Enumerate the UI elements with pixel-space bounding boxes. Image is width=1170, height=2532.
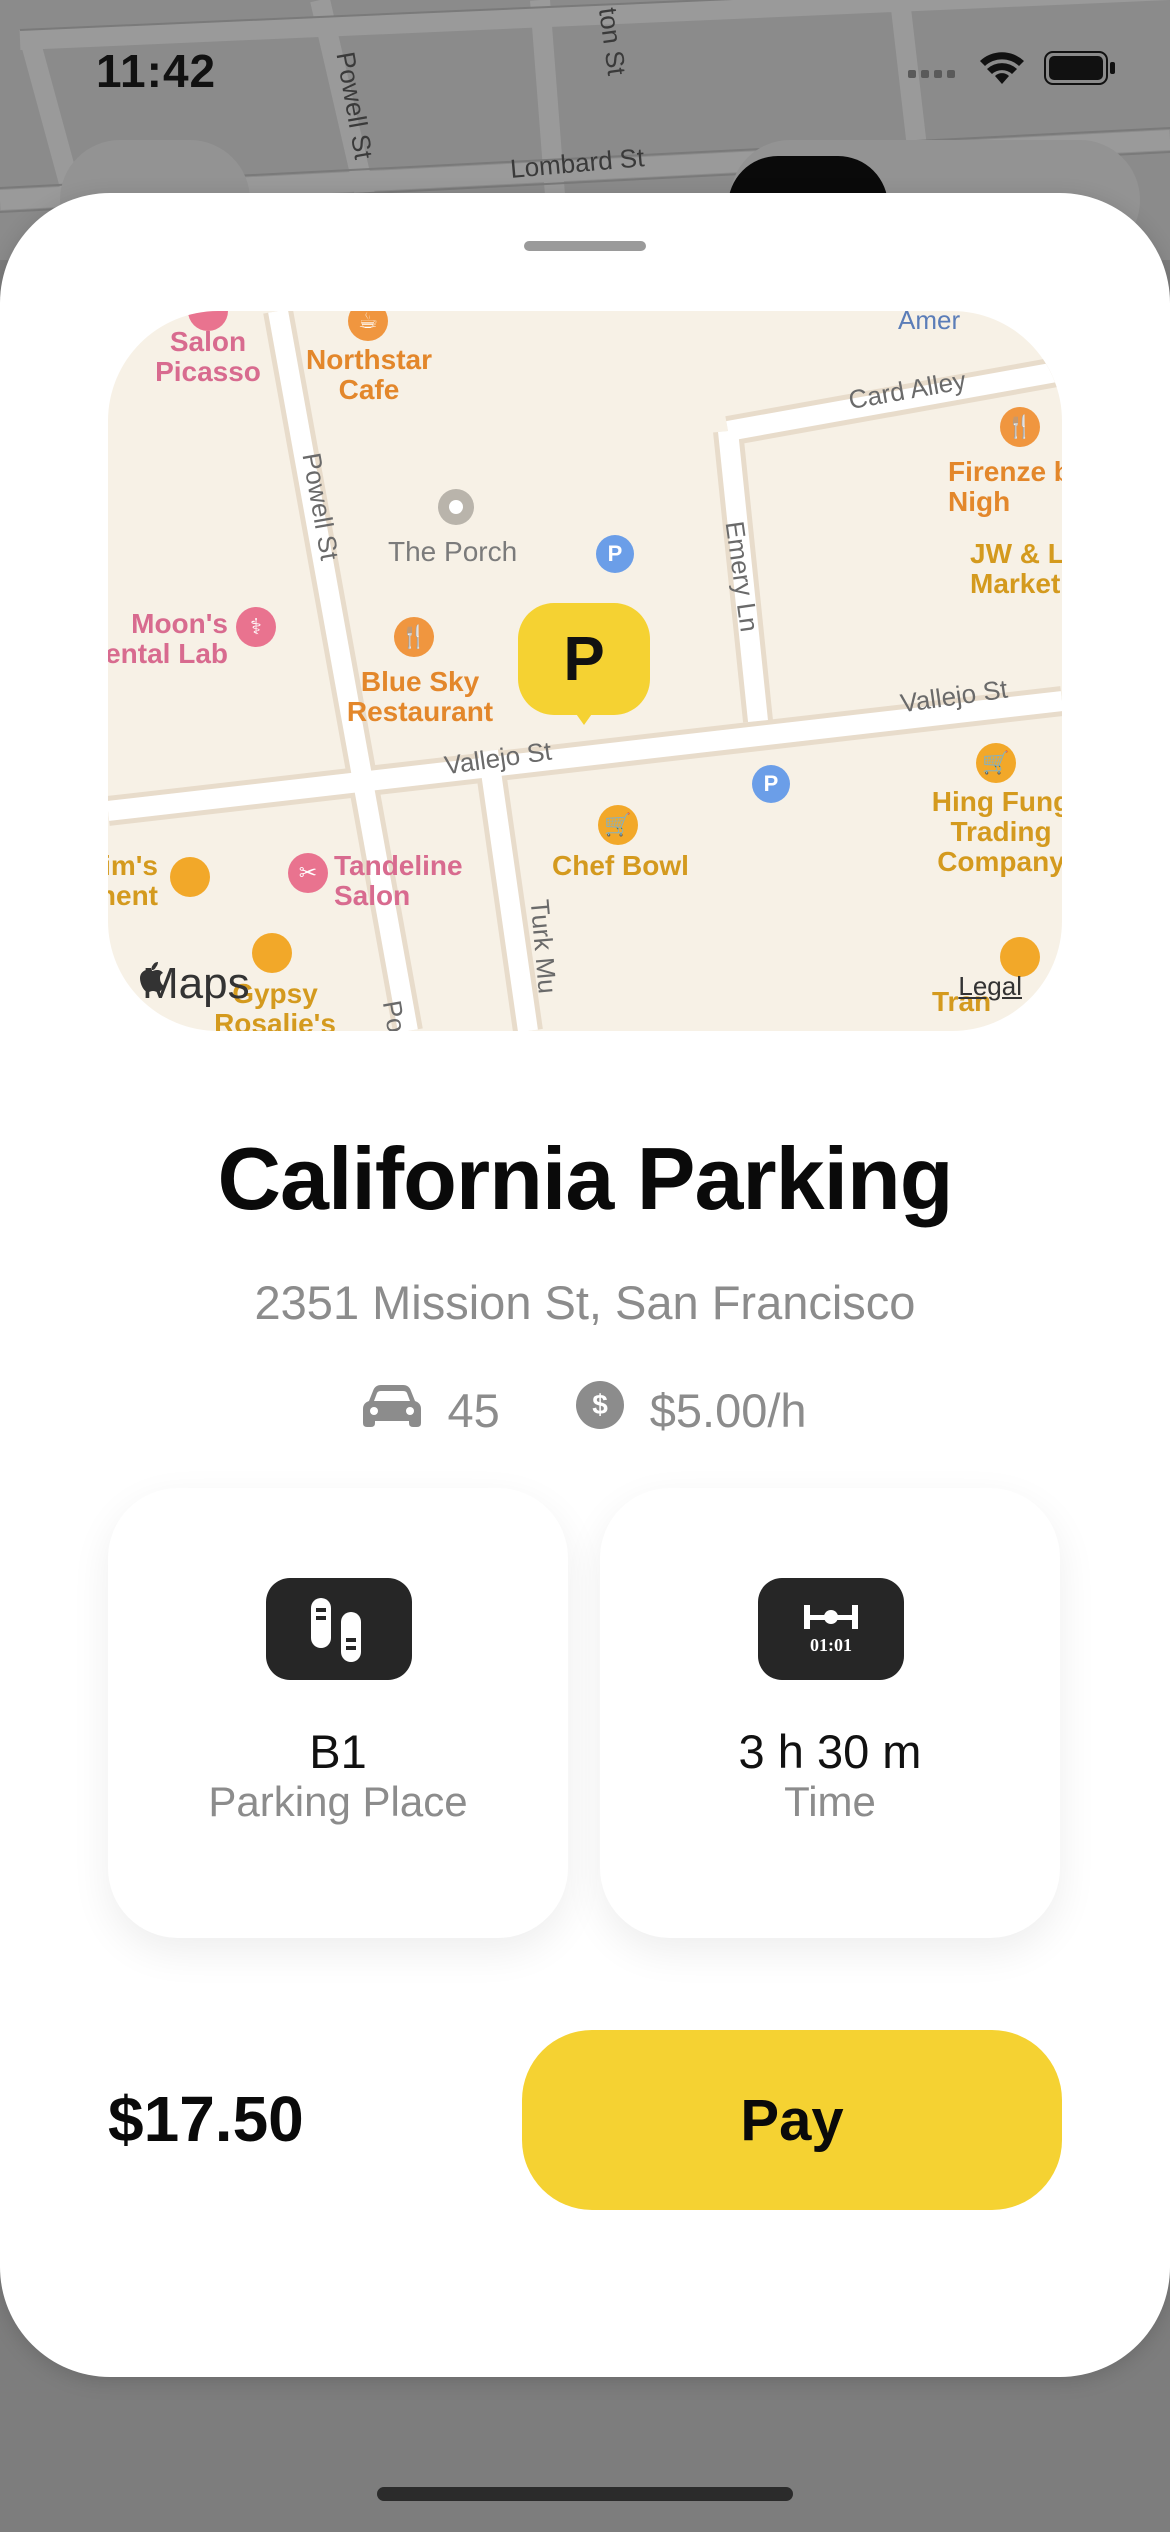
time-value: 3 h 30 m	[738, 1725, 922, 1778]
parking-dot-icon[interactable]: P	[596, 535, 634, 573]
time-card[interactable]: 01:01 3 h 30 m Time	[600, 1488, 1060, 1938]
status-time: 11:42	[96, 45, 217, 97]
place-address: 2351 Mission St, San Francisco	[254, 1276, 916, 1329]
wifi-icon	[978, 50, 1026, 91]
total-price: $17.50	[108, 2083, 304, 2155]
parking-place-icon	[266, 1578, 412, 1680]
firenze-icon: 🍴	[1000, 407, 1040, 447]
maps-attribution[interactable]: Maps	[138, 959, 250, 1009]
parking-pin[interactable]: P	[518, 603, 650, 715]
shop-icon	[252, 933, 292, 973]
map-street-amer: Amer	[898, 311, 961, 335]
car-icon	[363, 1383, 422, 1438]
poi-northstar-cafe[interactable]: Northstar Cafe	[294, 345, 444, 405]
spots-stat: 45	[363, 1383, 500, 1438]
landmark-icon	[438, 489, 474, 525]
spots-count: 45	[447, 1384, 500, 1437]
poi-ims-nent[interactable]: im's nent	[108, 851, 158, 911]
poi-salon-picasso[interactable]: Salon Picasso	[128, 327, 288, 387]
poi-firenze[interactable]: Firenze by Nigh	[948, 457, 1062, 517]
home-indicator[interactable]	[377, 2487, 793, 2501]
battery-icon	[1044, 51, 1116, 90]
parking-place-label: Parking Place	[208, 1778, 468, 1825]
legal-link[interactable]: Legal	[958, 971, 1022, 1002]
parking-pin-tail	[574, 711, 594, 725]
parking-place-value: B1	[309, 1725, 367, 1778]
hourly-rate: $5.00/h	[649, 1384, 807, 1437]
place-title: California Parking	[217, 1129, 953, 1228]
svg-text:$: $	[592, 1389, 608, 1420]
chef-bowl-icon: 🛒	[598, 805, 638, 845]
pay-button[interactable]: Pay	[522, 2030, 1062, 2210]
map-preview[interactable]: Amer Card Alley Powell St Emery Ln Valle…	[108, 311, 1062, 1031]
poi-blue-sky-restaurant[interactable]: Blue Sky Restaurant	[340, 667, 500, 727]
poi-dental-lab[interactable]: Moon's ental Lab	[108, 609, 228, 669]
map-street-po: Po	[376, 998, 412, 1031]
status-icons	[908, 50, 1116, 91]
place-stats: 45 $ $5.00/h	[0, 1381, 1170, 1440]
timer-icon: 01:01	[758, 1578, 904, 1680]
poi-chef-bowl[interactable]: Chef Bowl	[552, 851, 689, 881]
parking-dot-icon-2[interactable]: P	[752, 765, 790, 803]
poi-tandeline-salon[interactable]: Tandeline Salon	[334, 851, 484, 911]
sheet-grabber[interactable]	[524, 241, 646, 251]
clothing-icon	[170, 857, 210, 897]
dental-icon: ⚕	[236, 607, 276, 647]
parking-place-card[interactable]: B1 Parking Place	[108, 1488, 568, 1938]
poi-jw-market[interactable]: JW & L Market	[970, 539, 1062, 599]
time-label: Time	[784, 1778, 876, 1825]
poi-the-porch[interactable]: The Porch	[388, 537, 517, 567]
rate-stat: $ $5.00/h	[575, 1381, 807, 1440]
signal-icon	[908, 58, 960, 83]
grocery-icon: 🛒	[976, 743, 1016, 783]
salon-icon-2: ✂	[288, 853, 328, 893]
parking-detail-sheet: Amer Card Alley Powell St Emery Ln Valle…	[0, 193, 1170, 2377]
status-bar: 11:42	[0, 0, 1170, 140]
dollar-circle-icon: $	[575, 1381, 624, 1440]
timer-icon-label: 01:01	[810, 1635, 852, 1655]
restaurant-icon: 🍴	[394, 617, 434, 657]
poi-hing-fung[interactable]: Hing Fung Trading Company	[926, 787, 1062, 877]
